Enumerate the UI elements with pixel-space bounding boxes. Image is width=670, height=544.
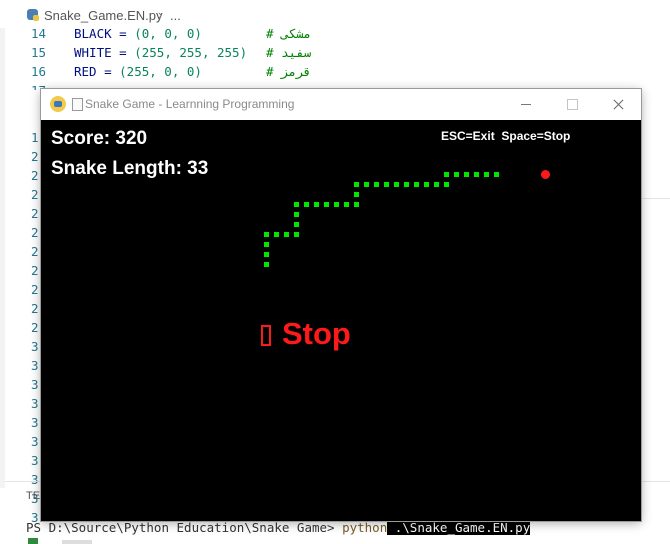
controls-hint: ESC=Exit Space=Stop (441, 129, 571, 143)
snake-segment (394, 182, 399, 187)
food (541, 170, 550, 179)
snake-segment (264, 242, 269, 247)
code-comment: # مشکی (266, 26, 312, 41)
line-number: 3 (31, 339, 39, 354)
code-line[interactable]: 15 WHITE = (255, 255, 255) # سفید (0, 45, 670, 64)
game-canvas[interactable]: Score: 320 Snake Length: 33 ESC=Exit Spa… (41, 120, 641, 521)
snake-segment (294, 222, 299, 227)
missing-glyph-icon (261, 325, 271, 346)
snake-segment (454, 172, 459, 177)
code-comment: # سفید (266, 45, 312, 60)
snake-segment (364, 182, 369, 187)
line-number: 2 (31, 168, 39, 183)
snake-segment (464, 172, 469, 177)
snake-segment (444, 182, 449, 187)
breadcrumb-file[interactable]: Snake_Game.EN.py (44, 8, 163, 23)
snake-segment (484, 172, 489, 177)
line-number: 2 (31, 301, 39, 316)
paused-text: Stop (282, 316, 351, 351)
line-number: 2 (31, 187, 39, 202)
snake-length-label: Snake Length: 33 (51, 158, 209, 179)
editor-left-strip (0, 28, 5, 488)
line-number: 3 (31, 377, 39, 392)
terminal-line[interactable]: PS D:\Source\Python Education\Snake Game… (26, 520, 531, 539)
line-number: 3 (31, 453, 39, 468)
pygame-icon (50, 96, 66, 112)
line-number: 2 (31, 244, 39, 259)
line-number: 15 (31, 45, 47, 60)
editor-side-rule (641, 198, 670, 199)
snake-segment (474, 172, 479, 177)
snake-segment (294, 212, 299, 217)
maximize-button[interactable] (549, 89, 595, 120)
snake-segment (264, 262, 269, 267)
breadcrumb-more[interactable]: ... (170, 8, 181, 23)
line-number: 3 (31, 358, 39, 373)
snake-segment (424, 182, 429, 187)
line-number: 3 (31, 415, 39, 430)
snake-segment (404, 182, 409, 187)
snake-segment (304, 202, 309, 207)
python-file-icon (27, 9, 39, 21)
snake-segment (274, 232, 279, 237)
code-comment: # قرمز (266, 64, 312, 79)
snake-segment (344, 202, 349, 207)
snake-segment (264, 252, 269, 257)
snake-segment (294, 202, 299, 207)
snake-segment (334, 202, 339, 207)
window-titlebar[interactable]: Snake Game - Learnning Programming (41, 89, 641, 120)
window-title: Snake Game - Learnning Programming (85, 97, 295, 111)
terminal-command: python (342, 520, 388, 535)
score-label: Score: 320 (51, 128, 148, 149)
code-line[interactable]: 16 RED = (255, 0, 0) # قرمز (0, 64, 670, 83)
snake-segment (384, 182, 389, 187)
line-number: 2 (31, 149, 39, 164)
line-number: 16 (31, 64, 47, 79)
game-window[interactable]: Snake Game - Learnning Programming Score… (41, 89, 641, 521)
snake-segment (434, 182, 439, 187)
terminal-argument: .\Snake_Game.EN.py (387, 520, 531, 535)
code-text: BLACK = (0, 0, 0) (74, 26, 202, 41)
terminal-output-partial (62, 540, 92, 544)
document-icon (72, 98, 83, 111)
close-button[interactable] (595, 89, 641, 120)
terminal-output-icon (28, 538, 38, 544)
line-number: 14 (31, 26, 47, 41)
snake-segment (284, 232, 289, 237)
code-text: WHITE = (255, 255, 255) (74, 45, 248, 60)
line-number: 3 (31, 396, 39, 411)
snake-segment (444, 172, 449, 177)
minimize-button[interactable] (503, 89, 549, 120)
breadcrumb: Snake_Game.EN.py › ... (0, 0, 670, 28)
code-text: RED = (255, 0, 0) (74, 64, 202, 79)
snake-segment (354, 192, 359, 197)
snake-segment (324, 202, 329, 207)
snake-segment (354, 182, 359, 187)
paused-indicator: Stop (261, 316, 351, 352)
line-number: 2 (31, 263, 39, 278)
code-line[interactable]: 14 BLACK = (0, 0, 0) # مشکی (0, 26, 670, 45)
line-number: 2 (31, 206, 39, 221)
line-number: 2 (31, 320, 39, 335)
line-number: 1 (31, 130, 39, 145)
snake-segment (374, 182, 379, 187)
snake-segment (414, 182, 419, 187)
line-number: 2 (31, 282, 39, 297)
line-number: 3 (31, 434, 39, 449)
snake-segment (494, 172, 499, 177)
snake-segment (264, 232, 269, 237)
tab-terminal[interactable]: TERMINAL (26, 490, 40, 502)
snake-segment (354, 202, 359, 207)
terminal-prompt: PS D:\Source\Python Education\Snake Game… (26, 520, 343, 535)
snake-segment (314, 202, 319, 207)
line-number: 3 (31, 472, 39, 487)
breadcrumb-separator: › (158, 7, 163, 22)
snake-segment (294, 232, 299, 237)
line-number: 2 (31, 225, 39, 240)
